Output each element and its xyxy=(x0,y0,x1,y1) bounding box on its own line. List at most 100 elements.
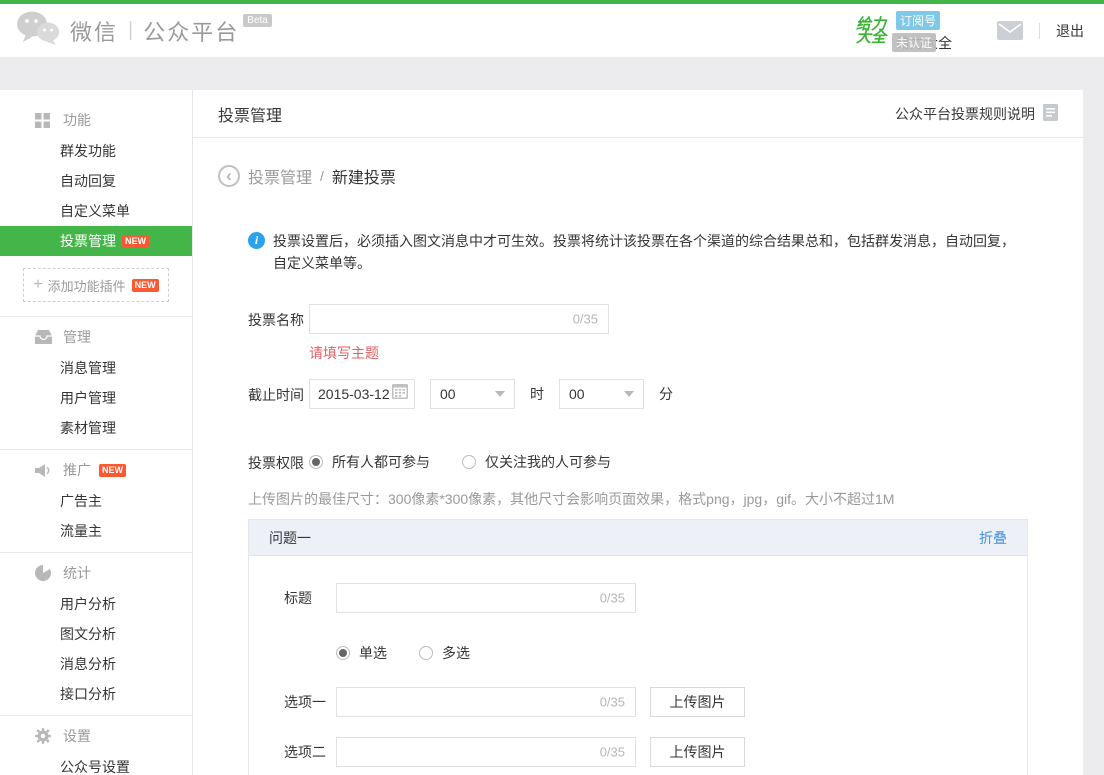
sidebar-section-features: 功能 群发功能 自动回复 自定义菜单 投票管理 NEW + 添加功能插件 NEW xyxy=(0,90,192,317)
back-button[interactable]: ‹ xyxy=(218,165,240,187)
multi-choice-label[interactable]: 多选 xyxy=(442,643,470,663)
brand-name: 微信 xyxy=(70,15,118,47)
gear-icon xyxy=(35,728,53,744)
option-2-counter: 0/35 xyxy=(600,745,625,760)
option-1-upload-button[interactable]: 上传图片 xyxy=(650,687,745,717)
chevron-down-icon xyxy=(495,391,505,397)
hour-select[interactable]: 00 xyxy=(430,379,515,409)
wechat-logo-icon xyxy=(16,10,60,51)
grid-icon xyxy=(35,113,53,128)
sidebar-item-message-management[interactable]: 消息管理 xyxy=(0,353,192,383)
date-value: 2015-03-12 xyxy=(318,386,390,402)
unverified-badge: 未认证 xyxy=(892,33,936,52)
question-panel: 问题一 折叠 标题 0/35 单选 xyxy=(248,519,1028,775)
single-choice-label[interactable]: 单选 xyxy=(359,643,387,663)
new-badge: NEW xyxy=(99,464,126,477)
sidebar-item-article-analysis[interactable]: 图文分析 xyxy=(0,619,192,649)
question-title-counter: 0/35 xyxy=(600,591,625,606)
inbox-icon xyxy=(35,330,53,344)
brand-block: 微信 | 公众平台 Beta xyxy=(16,10,272,51)
new-badge: NEW xyxy=(122,235,149,248)
sidebar-section-header-statistics: 统计 xyxy=(0,557,192,589)
header-divider xyxy=(1039,23,1040,39)
sidebar-item-material-management[interactable]: 素材管理 xyxy=(0,413,192,443)
sidebar-item-advertiser[interactable]: 广告主 xyxy=(0,486,192,516)
sidebar-item-auto-reply[interactable]: 自动回复 xyxy=(0,166,192,196)
question-panel-body: 标题 0/35 单选 多选 选项一 xyxy=(249,583,1027,775)
chevron-down-icon xyxy=(624,391,634,397)
sidebar-item-api-analysis[interactable]: 接口分析 xyxy=(0,679,192,709)
document-icon xyxy=(1035,104,1058,124)
vote-rules-link[interactable]: 公众平台投票规则说明 xyxy=(895,104,1058,124)
logout-link[interactable]: 退出 xyxy=(1056,21,1084,41)
upload-hint: 上传图片的最佳尺寸：300像素*300像素，其他尺寸会影响页面效果，格式png，… xyxy=(248,489,1028,509)
subscription-type-badge: 订阅号 xyxy=(896,11,940,30)
beta-badge: Beta xyxy=(243,14,272,27)
sidebar-section-management: 管理 消息管理 用户管理 素材管理 xyxy=(0,317,192,450)
vote-name-input-box: 0/35 xyxy=(309,304,609,334)
option-row-1: 选项一 0/35 上传图片 xyxy=(284,687,1027,717)
mail-icon[interactable] xyxy=(997,21,1023,40)
vote-name-row: 投票名称 0/35 请填写主题 xyxy=(248,304,1028,363)
plus-icon: + xyxy=(33,276,42,294)
vote-name-error: 请填写主题 xyxy=(309,343,609,363)
multi-choice-radio[interactable] xyxy=(419,646,433,660)
calendar-icon xyxy=(392,384,408,404)
option-2-label: 选项二 xyxy=(284,742,336,762)
question-title-input[interactable] xyxy=(337,584,580,612)
permission-everyone-label[interactable]: 所有人都可参与 xyxy=(332,452,430,472)
breadcrumb-separator: / xyxy=(320,168,324,184)
permission-followers-radio[interactable] xyxy=(462,455,476,469)
sidebar-item-mass-message[interactable]: 群发功能 xyxy=(0,136,192,166)
collapse-link[interactable]: 折叠 xyxy=(979,528,1007,548)
account-logo: 给力 大全 xyxy=(856,18,886,44)
breadcrumb-parent[interactable]: 投票管理 xyxy=(248,164,312,188)
option-1-input-box: 0/35 xyxy=(336,687,636,717)
add-plugin-button[interactable]: + 添加功能插件 NEW xyxy=(23,268,169,302)
deadline-row: 截止时间 2015-03-12 xyxy=(248,379,1028,409)
account-block: 给力 大全 订阅号 给力大全 未认证 退出 xyxy=(856,11,1084,51)
option-1-label: 选项一 xyxy=(284,692,336,712)
breadcrumb: ‹ 投票管理 / 新建投票 xyxy=(193,138,1083,188)
question-title-row: 标题 0/35 xyxy=(284,583,1027,613)
sidebar-item-custom-menu[interactable]: 自定义菜单 xyxy=(0,196,192,226)
sidebar-item-vote-management[interactable]: 投票管理 NEW xyxy=(0,226,192,256)
sidebar-section-header-management: 管理 xyxy=(0,321,192,353)
option-2-upload-button[interactable]: 上传图片 xyxy=(650,737,745,767)
option-1-input[interactable] xyxy=(337,688,580,716)
question-panel-header: 问题一 折叠 xyxy=(249,520,1027,556)
minute-select[interactable]: 00 xyxy=(559,379,644,409)
vote-form: i 投票设置后，必须插入图文消息中才可生效。投票将统计该投票在各个渠道的综合结果… xyxy=(193,230,1083,775)
vote-name-counter: 0/35 xyxy=(573,312,598,327)
sidebar-section-promotion: 推广 NEW 广告主 流量主 xyxy=(0,450,192,553)
sidebar-item-message-analysis[interactable]: 消息分析 xyxy=(0,649,192,679)
permission-label: 投票权限 xyxy=(248,447,304,473)
sidebar-item-traffic-owner[interactable]: 流量主 xyxy=(0,516,192,546)
sidebar-section-header-settings: 设置 xyxy=(0,720,192,752)
question-title-input-box: 0/35 xyxy=(336,583,636,613)
option-2-input[interactable] xyxy=(337,738,580,766)
option-1-counter: 0/35 xyxy=(600,695,625,710)
sidebar-section-settings: 设置 公众号设置 xyxy=(0,716,192,775)
hour-value: 00 xyxy=(440,386,456,402)
question-title-label: 标题 xyxy=(284,588,336,608)
hour-unit: 时 xyxy=(530,379,544,409)
question-type-row: 单选 多选 xyxy=(336,639,1027,663)
single-choice-radio[interactable] xyxy=(336,646,350,660)
date-picker[interactable]: 2015-03-12 xyxy=(309,379,415,409)
page-title: 投票管理 xyxy=(218,102,282,126)
new-badge: NEW xyxy=(132,279,159,292)
sidebar-section-statistics: 统计 用户分析 图文分析 消息分析 接口分析 xyxy=(0,553,192,716)
sidebar-item-user-management[interactable]: 用户管理 xyxy=(0,383,192,413)
brand-divider: | xyxy=(128,19,133,42)
vote-name-input[interactable] xyxy=(310,305,553,333)
app-header: 微信 | 公众平台 Beta 给力 大全 订阅号 给力大全 未认证 退出 xyxy=(0,4,1104,57)
minute-value: 00 xyxy=(569,386,585,402)
sidebar-item-account-settings[interactable]: 公众号设置 xyxy=(0,752,192,775)
permission-everyone-radio[interactable] xyxy=(309,455,323,469)
breadcrumb-current: 新建投票 xyxy=(332,164,396,188)
megaphone-icon xyxy=(35,463,53,478)
sidebar-item-user-analysis[interactable]: 用户分析 xyxy=(0,589,192,619)
main-content: 投票管理 公众平台投票规则说明 ‹ 投票管理 / 新建投票 xyxy=(193,90,1083,775)
permission-followers-label[interactable]: 仅关注我的人可参与 xyxy=(485,452,611,472)
